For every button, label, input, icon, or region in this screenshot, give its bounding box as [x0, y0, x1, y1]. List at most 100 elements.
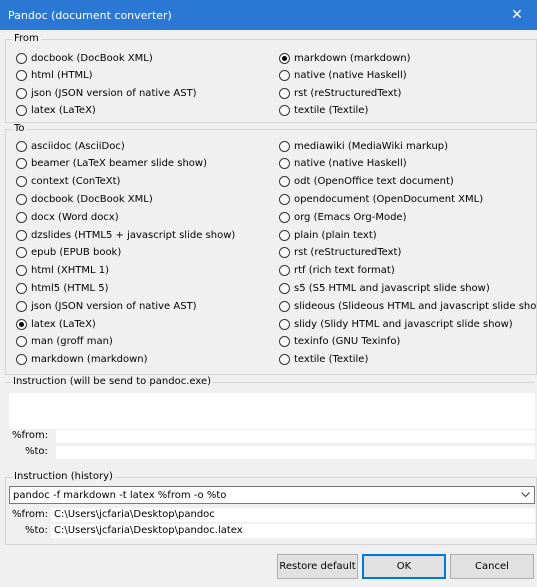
radio-unchecked-icon[interactable]	[279, 193, 290, 205]
radio-unchecked-icon[interactable]	[279, 282, 290, 294]
radio-checked-icon[interactable]	[279, 52, 290, 64]
to-option[interactable]: markdown (markdown)	[16, 352, 148, 368]
to-option-label: s5 (S5 HTML and javascript slide show)	[294, 282, 490, 294]
radio-unchecked-icon[interactable]	[16, 52, 27, 64]
radio-unchecked-icon[interactable]	[16, 193, 27, 205]
to-option[interactable]: html5 (HTML 5)	[16, 280, 109, 296]
history-from-field: C:\Users\jcfaria\Desktop\pandoc	[51, 508, 535, 522]
history-command-combobox[interactable]: pandoc -f markdown -t latex %from -o %to	[9, 486, 535, 504]
radio-unchecked-icon[interactable]	[16, 211, 27, 223]
to-option[interactable]: beamer (LaTeX beamer slide show)	[16, 156, 207, 172]
to-option[interactable]: org (Emacs Org-Mode)	[279, 209, 406, 225]
radio-unchecked-icon[interactable]	[279, 336, 290, 348]
radio-unchecked-icon[interactable]	[16, 282, 27, 294]
to-option[interactable]: docx (Word docx)	[16, 209, 119, 225]
to-option[interactable]: rtf (rich text format)	[279, 263, 395, 279]
to-option-label: opendocument (OpenDocument XML)	[294, 193, 484, 205]
window-title: Pandoc (document converter)	[8, 8, 172, 22]
from-option[interactable]: textile (Textile)	[279, 103, 368, 119]
radio-unchecked-icon[interactable]	[279, 229, 290, 241]
to-option[interactable]: opendocument (OpenDocument XML)	[279, 191, 483, 207]
radio-unchecked-icon[interactable]	[279, 318, 290, 330]
history-command-value: pandoc -f markdown -t latex %from -o %to	[13, 489, 227, 501]
to-option-label: man (groff man)	[31, 336, 113, 348]
history-to-value: C:\Users\jcfaria\Desktop\pandoc.latex	[54, 525, 243, 536]
to-option-label: slidy (Slidy HTML and javascript slide s…	[294, 318, 513, 330]
radio-unchecked-icon[interactable]	[16, 247, 27, 259]
to-option-label: markdown (markdown)	[31, 354, 148, 366]
radio-unchecked-icon[interactable]	[279, 70, 290, 82]
radio-unchecked-icon[interactable]	[279, 354, 290, 366]
from-option[interactable]: latex (LaTeX)	[16, 103, 96, 119]
to-option[interactable]: dzslides (HTML5 + javascript slide show)	[16, 227, 235, 243]
restore-default-button[interactable]: Restore default	[277, 554, 358, 579]
to-option[interactable]: native (native Haskell)	[279, 156, 407, 172]
to-option[interactable]: texinfo (GNU Texinfo)	[279, 334, 400, 350]
radio-unchecked-icon[interactable]	[16, 87, 27, 99]
to-option[interactable]: slidy (Slidy HTML and javascript slide s…	[279, 316, 513, 332]
to-option[interactable]: docbook (DocBook XML)	[16, 191, 153, 207]
radio-unchecked-icon[interactable]	[279, 300, 290, 312]
to-option[interactable]: plain (plain text)	[279, 227, 377, 243]
radio-checked-icon[interactable]	[16, 318, 27, 330]
radio-unchecked-icon[interactable]	[16, 229, 27, 241]
radio-unchecked-icon[interactable]	[16, 158, 27, 170]
to-option[interactable]: textile (Textile)	[279, 352, 368, 368]
radio-unchecked-icon[interactable]	[16, 105, 27, 117]
from-option[interactable]: rst (reStructuredText)	[279, 85, 401, 101]
radio-unchecked-icon[interactable]	[16, 336, 27, 348]
from-option-label: html (HTML)	[31, 70, 93, 82]
radio-unchecked-icon[interactable]	[16, 265, 27, 277]
radio-unchecked-icon[interactable]	[279, 87, 290, 99]
radio-unchecked-icon[interactable]	[16, 176, 27, 188]
to-option-label: latex (LaTeX)	[31, 318, 96, 330]
history-legend: Instruction (history)	[12, 471, 115, 483]
radio-unchecked-icon[interactable]	[279, 247, 290, 259]
instruction-from-field	[56, 430, 535, 443]
instruction-to-field	[56, 446, 535, 459]
instruction-from-label: %from:	[12, 430, 49, 441]
from-option-label: native (native Haskell)	[294, 70, 407, 82]
radio-unchecked-icon[interactable]	[279, 176, 290, 188]
from-option[interactable]: json (JSON version of native AST)	[16, 85, 197, 101]
to-option[interactable]: man (groff man)	[16, 334, 113, 350]
to-option-label: json (JSON version of native AST)	[31, 300, 197, 312]
to-option-label: native (native Haskell)	[294, 158, 407, 170]
to-option[interactable]: s5 (S5 HTML and javascript slide show)	[279, 280, 490, 296]
radio-unchecked-icon[interactable]	[279, 105, 290, 117]
radio-unchecked-icon[interactable]	[279, 211, 290, 223]
to-option[interactable]: odt (OpenOffice text document)	[279, 174, 454, 190]
to-option[interactable]: latex (LaTeX)	[16, 316, 96, 332]
to-option-label: html5 (HTML 5)	[31, 282, 109, 294]
chevron-down-icon[interactable]	[516, 492, 534, 498]
to-option-label: asciidoc (AsciiDoc)	[31, 140, 125, 152]
to-option[interactable]: html (XHTML 1)	[16, 263, 109, 279]
instruction-text-area[interactable]	[9, 393, 535, 429]
ok-button[interactable]: OK	[362, 554, 446, 579]
from-option-label: json (JSON version of native AST)	[31, 87, 197, 99]
from-option[interactable]: native (native Haskell)	[279, 68, 407, 84]
to-option[interactable]: slideous (Slideous HTML and javascript s…	[279, 298, 537, 314]
radio-unchecked-icon[interactable]	[16, 140, 27, 152]
to-option-label: beamer (LaTeX beamer slide show)	[31, 158, 208, 170]
radio-unchecked-icon[interactable]	[16, 354, 27, 366]
radio-unchecked-icon[interactable]	[279, 140, 290, 152]
radio-unchecked-icon[interactable]	[279, 158, 290, 170]
from-option[interactable]: docbook (DocBook XML)	[16, 50, 153, 66]
to-option[interactable]: epub (EPUB book)	[16, 245, 121, 261]
from-option[interactable]: html (HTML)	[16, 68, 93, 84]
to-option[interactable]: mediawiki (MediaWiki markup)	[279, 138, 448, 154]
to-option[interactable]: json (JSON version of native AST)	[16, 298, 197, 314]
history-from-label: %from:	[12, 509, 49, 520]
instruction-to-label: %to:	[25, 446, 48, 457]
from-option[interactable]: markdown (markdown)	[279, 50, 411, 66]
close-icon[interactable]: ✕	[497, 0, 537, 30]
to-option[interactable]: asciidoc (AsciiDoc)	[16, 138, 125, 154]
to-option[interactable]: rst (reStructuredText)	[279, 245, 401, 261]
radio-unchecked-icon[interactable]	[16, 300, 27, 312]
cancel-button[interactable]: Cancel	[450, 554, 534, 579]
radio-unchecked-icon[interactable]	[16, 70, 27, 82]
to-option[interactable]: context (ConTeXt)	[16, 174, 120, 190]
radio-unchecked-icon[interactable]	[279, 265, 290, 277]
to-option-label: context (ConTeXt)	[31, 176, 121, 188]
